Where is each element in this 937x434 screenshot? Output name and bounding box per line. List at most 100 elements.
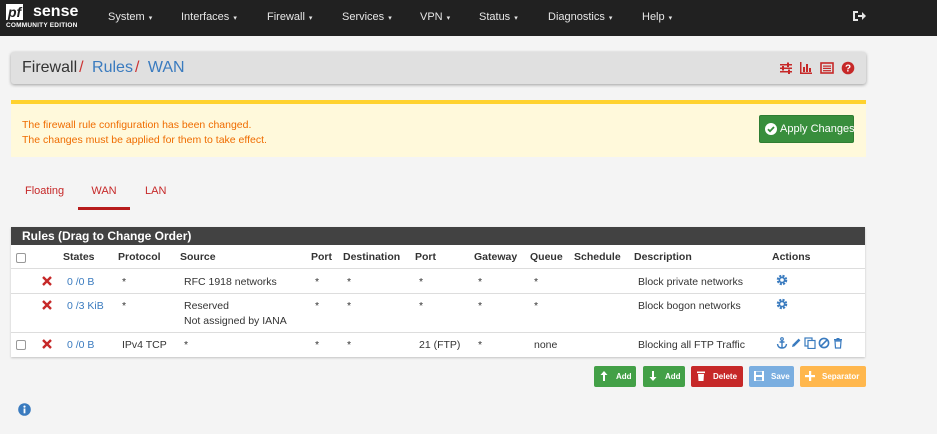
col-source[interactable]: Source xyxy=(180,251,216,263)
edit-pencil-icon[interactable] xyxy=(790,337,802,349)
col-states[interactable]: States xyxy=(63,251,95,263)
add-top-label: Add xyxy=(616,372,632,381)
nav-label: Status xyxy=(479,11,511,23)
config-changed-alert: The firewall rule configuration has been… xyxy=(11,100,866,157)
logo-edition: COMMUNITY EDITION xyxy=(6,22,78,29)
block-x-icon xyxy=(42,300,52,310)
separator-label: Separator xyxy=(822,372,860,381)
gear-icon[interactable] xyxy=(776,298,788,310)
nav-diagnostics[interactable]: Diagnostics ▾ xyxy=(548,0,612,36)
help-icon[interactable]: ? xyxy=(841,61,855,75)
add-top-button[interactable]: Add xyxy=(594,366,636,387)
nav-help[interactable]: Help ▾ xyxy=(642,0,672,36)
tab-floating[interactable]: Floating xyxy=(25,180,64,210)
top-navbar: pf sense COMMUNITY EDITION System ▾ Inter… xyxy=(0,0,937,36)
breadcrumb: Firewall / Rules / WAN xyxy=(22,59,185,77)
port-cell: * xyxy=(315,339,320,351)
save-disk-icon xyxy=(754,371,764,381)
breadcrumb-rules-link[interactable]: Rules xyxy=(92,59,133,76)
caret-down-icon: ▾ xyxy=(514,15,518,22)
copy-icon[interactable] xyxy=(804,337,816,349)
source-cell: Reserved xyxy=(184,300,229,312)
anchor-icon[interactable] xyxy=(776,337,788,349)
queue-cell: none xyxy=(534,339,558,351)
info-icon[interactable] xyxy=(18,403,31,416)
nav-firewall[interactable]: Firewall ▾ xyxy=(267,0,312,36)
caret-down-icon: ▾ xyxy=(148,15,153,22)
bar-chart-icon[interactable] xyxy=(799,61,813,75)
breadcrumb-current[interactable]: WAN xyxy=(148,59,185,76)
nav-system[interactable]: System ▾ xyxy=(108,0,152,36)
select-all-checkbox[interactable] xyxy=(16,253,26,263)
breadcrumb-separator: / xyxy=(79,59,84,76)
port-cell: * xyxy=(315,276,320,288)
description-cell: Blocking all FTP Traffic xyxy=(638,339,745,351)
trash-icon xyxy=(697,371,705,381)
breadcrumb-separator: / xyxy=(134,59,140,76)
protocol-cell: * xyxy=(122,300,127,312)
nav-label: VPN xyxy=(420,11,443,23)
row-checkbox[interactable] xyxy=(16,340,26,350)
destination-cell: * xyxy=(347,339,352,351)
source-cell: * xyxy=(184,339,189,351)
breadcrumb-root: Firewall xyxy=(22,59,78,76)
states-link[interactable]: 0 /0 B xyxy=(67,339,94,351)
col-destination[interactable]: Destination xyxy=(343,251,400,263)
col-protocol[interactable]: Protocol xyxy=(118,251,161,263)
nav-status[interactable]: Status ▾ xyxy=(479,0,518,36)
block-x-icon xyxy=(42,339,52,349)
nav-vpn[interactable]: VPN ▾ xyxy=(420,0,450,36)
header-icon-group: ? xyxy=(779,61,855,75)
pfsense-logo[interactable]: pf sense COMMUNITY EDITION xyxy=(6,3,88,32)
save-button[interactable]: Save xyxy=(749,366,794,387)
save-label: Save xyxy=(771,372,790,381)
col-schedule[interactable]: Schedule xyxy=(574,251,621,263)
logout-icon[interactable] xyxy=(852,9,866,23)
col-actions: Actions xyxy=(772,251,811,263)
add-separator-button[interactable]: Separator xyxy=(800,366,866,387)
delete-button[interactable]: Delete xyxy=(691,366,743,387)
gear-icon[interactable] xyxy=(776,274,788,286)
delete-label: Delete xyxy=(713,372,738,381)
add-bottom-button[interactable]: Add xyxy=(643,366,685,387)
caret-down-icon: ▾ xyxy=(668,15,673,22)
logo-prefix: pf xyxy=(6,4,24,20)
list-alt-icon[interactable] xyxy=(820,61,834,75)
nav-label: Help xyxy=(642,11,665,23)
nav-services[interactable]: Services ▾ xyxy=(342,0,392,36)
rules-panel: Rules (Drag to Change Order) States Prot… xyxy=(11,227,865,357)
port-cell: * xyxy=(419,300,424,312)
plus-icon xyxy=(805,371,815,381)
nav-label: System xyxy=(108,11,145,23)
nav-interfaces[interactable]: Interfaces ▾ xyxy=(181,0,237,36)
trash-icon[interactable] xyxy=(832,337,844,349)
description-cell: Block bogon networks xyxy=(638,300,741,312)
tab-lan[interactable]: LAN xyxy=(145,180,166,210)
states-link[interactable]: 0 /0 B xyxy=(67,276,94,288)
disable-ban-icon[interactable] xyxy=(818,337,830,349)
gateway-cell: * xyxy=(478,300,483,312)
nav-label: Diagnostics xyxy=(548,11,605,23)
apply-changes-button[interactable]: Apply Changes xyxy=(759,115,855,143)
col-port[interactable]: Port xyxy=(415,251,436,263)
caret-down-icon: ▾ xyxy=(388,15,392,22)
col-queue[interactable]: Queue xyxy=(530,251,563,263)
check-icon xyxy=(765,123,777,135)
sliders-icon[interactable] xyxy=(779,61,793,75)
states-link[interactable]: 0 /3 KiB xyxy=(67,300,104,312)
description-cell: Block private networks xyxy=(638,276,744,288)
apply-changes-label: Apply Changes xyxy=(780,123,855,135)
page-header: Firewall / Rules / WAN ? xyxy=(11,52,866,84)
nav-label: Services xyxy=(342,11,385,23)
col-gateway[interactable]: Gateway xyxy=(474,251,517,263)
add-bottom-label: Add xyxy=(665,372,681,381)
row-divider xyxy=(11,293,865,294)
col-description[interactable]: Description xyxy=(634,251,692,263)
port-cell: 21 (FTP) xyxy=(419,339,461,351)
tab-wan[interactable]: WAN xyxy=(78,180,130,210)
caret-down-icon: ▾ xyxy=(446,15,451,22)
logo-name: sense xyxy=(33,3,79,20)
source-cell: RFC 1918 networks xyxy=(184,276,277,288)
row-divider xyxy=(11,268,865,269)
col-port[interactable]: Port xyxy=(311,251,332,263)
